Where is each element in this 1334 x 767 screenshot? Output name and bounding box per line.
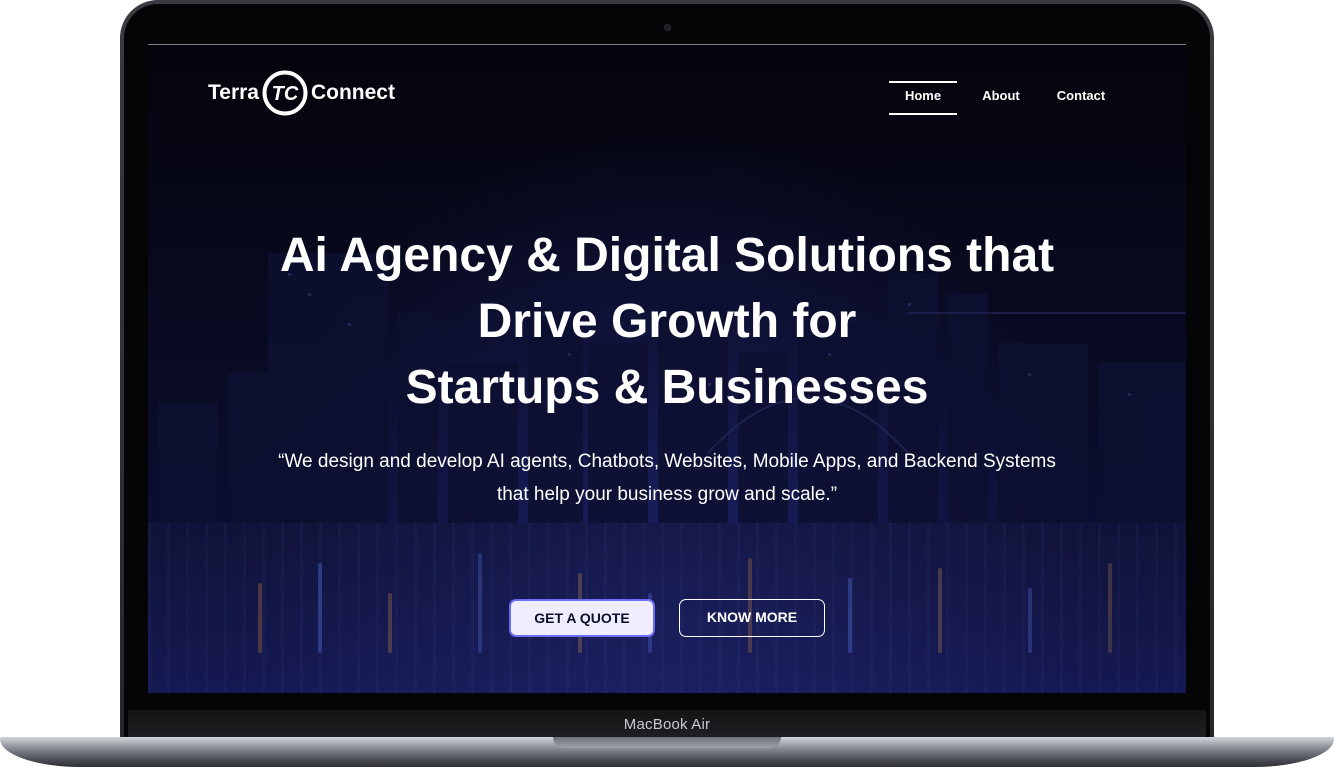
hero-title-line: Startups & Businesses [405, 361, 929, 414]
hero-subtitle-line: that help your business grow and scale.” [496, 484, 838, 505]
site-logo[interactable]: Terra TC Connect [208, 67, 395, 119]
camera-icon [664, 24, 671, 31]
website-screen: Terra TC Connect Home About Contact Ai A… [148, 44, 1186, 693]
laptop-mockup: Terra TC Connect Home About Contact Ai A… [0, 0, 1334, 767]
hero-subtitle-line: “We design and develop AI agents, Chatbo… [278, 451, 1056, 472]
hero-title-line: Drive Growth for [477, 295, 857, 348]
logo-text-left: Terra [208, 81, 259, 104]
river-reflection [148, 523, 1186, 693]
logo-text-right: Connect [310, 81, 395, 104]
know-more-button[interactable]: KNOW MORE [679, 599, 825, 637]
logo-mark-text: TC [272, 83, 299, 105]
nav-item-contact[interactable]: Contact [1051, 81, 1111, 111]
get-a-quote-button[interactable]: GET A QUOTE [509, 599, 655, 637]
laptop-base-notch [553, 737, 781, 748]
hero-title-line: Ai Agency & Digital Solutions that [279, 229, 1055, 282]
tc-logo-icon: TC [262, 70, 308, 116]
nav-item-home[interactable]: Home [889, 81, 957, 115]
hero-subtitle: “We design and develop AI agents, Chatbo… [148, 445, 1186, 511]
nav-item-about[interactable]: About [971, 81, 1031, 111]
device-model-label: MacBook Air [623, 716, 711, 733]
hero-title: Ai Agency & Digital Solutions that Drive… [148, 223, 1186, 421]
